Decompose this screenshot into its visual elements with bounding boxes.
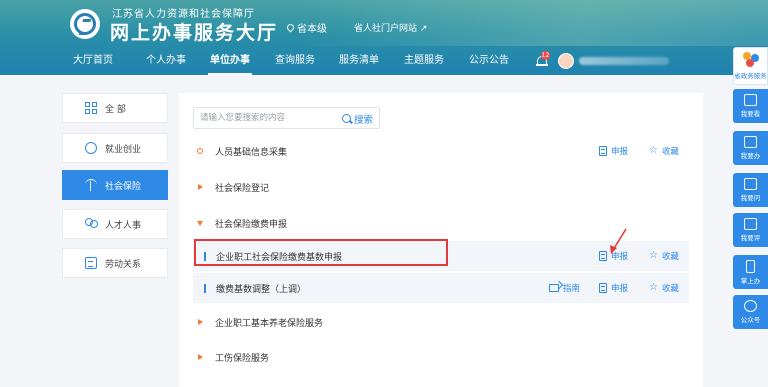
nav-item-company[interactable]: 单位办事 (208, 48, 252, 75)
monitor-icon (744, 136, 757, 148)
guide-icon (549, 284, 559, 292)
service-label: 工伤保险服务 (215, 353, 270, 364)
favorite-button[interactable]: ☆ 收藏 (649, 273, 679, 303)
gov-service-button[interactable]: 省政务服务 (733, 47, 768, 85)
star-icon: ☆ (649, 282, 658, 293)
star-icon: ☆ (649, 250, 658, 261)
favorite-label: 收藏 (661, 284, 679, 294)
service-group[interactable]: 社会保险缴费申报 (193, 208, 689, 238)
book-icon (744, 94, 757, 106)
badge-icon (85, 142, 97, 154)
category-label: 社会保险 (105, 181, 142, 192)
edit-icon (744, 218, 757, 230)
declare-label: 申报 (611, 147, 629, 157)
nav-item-home[interactable]: 大厅首页 (73, 48, 113, 75)
site-logo-icon[interactable] (70, 9, 100, 39)
category-labor-relations[interactable]: 劳动关系 (62, 248, 168, 278)
category-talent[interactable]: 人才人事 (62, 209, 168, 239)
toolbar-label: 我要办 (740, 152, 761, 160)
nav-item-announcements[interactable]: 公示公告 (469, 48, 509, 75)
read-button[interactable]: 我要看 (733, 89, 768, 123)
service-label: 社会保险缴费申报 (215, 219, 288, 230)
wechat-button[interactable]: 公众号 (733, 295, 768, 329)
category-panel: 全 部 就业创业 社会保险 人才人事 劳动关系 (62, 93, 168, 280)
gov-logo-icon (742, 52, 760, 68)
nav-item-themes[interactable]: 主题服务 (404, 48, 444, 75)
caret-right-icon (197, 184, 203, 190)
grid-icon (85, 102, 97, 114)
bullet-icon (197, 148, 203, 154)
toolbar-label: 省政务服务 (734, 72, 767, 80)
highlight-box (194, 239, 448, 266)
category-all[interactable]: 全 部 (62, 93, 168, 123)
service-label: 缴费基数调整（上调） (216, 284, 307, 295)
category-label: 全 部 (105, 104, 126, 115)
favorite-button[interactable]: ☆ 收藏 (649, 136, 679, 166)
handle-button[interactable]: 我要办 (733, 131, 768, 165)
category-label: 劳动关系 (105, 259, 142, 270)
declare-button[interactable]: 申报 (599, 241, 628, 271)
location-pin-icon (285, 22, 296, 33)
search-box: 搜索 (193, 107, 380, 129)
category-label: 人才人事 (105, 220, 142, 231)
ask-button[interactable]: 我要问 (733, 173, 768, 207)
service-group[interactable]: 工伤保险服务 (193, 342, 689, 372)
username-redacted[interactable] (579, 57, 669, 65)
favorite-label: 收藏 (661, 147, 679, 157)
guide-button[interactable]: 指南 (549, 273, 580, 303)
location-selector[interactable]: 省本级 (285, 20, 327, 35)
declare-label: 申报 (611, 284, 629, 294)
sub-item-marker (204, 283, 206, 293)
service-label: 企业职工基本养老保险服务 (215, 318, 324, 329)
favorite-button[interactable]: ☆ 收藏 (649, 241, 679, 271)
favorite-label: 收藏 (661, 252, 679, 262)
caret-right-icon (197, 319, 203, 325)
file-icon (599, 146, 607, 156)
service-label: 人员基础信息采集 (215, 147, 288, 158)
category-social-insurance[interactable]: 社会保险 (62, 170, 168, 200)
location-label: 省本级 (297, 24, 327, 35)
nav-item-query[interactable]: 查询服务 (275, 48, 315, 75)
declare-button[interactable]: 申报 (599, 136, 628, 166)
toolbar-label: 我要看 (740, 110, 761, 118)
nav-item-service-list[interactable]: 服务清单 (339, 48, 379, 75)
file-icon (599, 251, 607, 261)
search-input[interactable] (200, 110, 330, 126)
wechat-icon (744, 300, 757, 312)
rate-button[interactable]: 我要评 (733, 213, 768, 247)
declare-button[interactable]: 申报 (599, 273, 628, 303)
caret-right-icon (197, 354, 203, 360)
service-group[interactable]: 社会保险登记 (193, 172, 689, 202)
search-button-label: 搜索 (353, 114, 373, 126)
service-item[interactable]: 人员基础信息采集 申报 ☆ 收藏 (193, 136, 689, 166)
service-label: 社会保险登记 (215, 183, 270, 194)
search-icon (341, 114, 351, 123)
umbrella-icon (85, 179, 97, 191)
site-title: 网上办事服务大厅 (110, 22, 279, 44)
people-icon (85, 218, 98, 230)
service-group[interactable]: 企业职工基本养老保险服务 (193, 307, 689, 337)
star-icon: ☆ (649, 145, 658, 156)
toolbar-label: 公众号 (740, 316, 761, 324)
question-icon (744, 178, 757, 190)
service-sub-item[interactable]: 缴费基数调整（上调） 指南 申报 ☆ 收藏 (193, 273, 689, 303)
category-employment[interactable]: 就业创业 (62, 133, 168, 163)
file-icon (599, 283, 607, 293)
category-label: 就业创业 (105, 144, 142, 155)
toolbar-label: 我要评 (740, 234, 761, 242)
notification-badge: 12 (541, 51, 550, 60)
toolbar-label: 我要问 (740, 194, 761, 202)
portal-link[interactable]: 省人社门户网站 ↗ (354, 21, 427, 34)
nav-item-personal[interactable]: 个人办事 (146, 48, 186, 75)
mobile-button[interactable]: 掌上办 (733, 255, 768, 289)
search-button[interactable]: 搜索 (341, 111, 373, 126)
declare-label: 申报 (611, 252, 629, 262)
document-icon (85, 257, 97, 269)
avatar[interactable] (558, 53, 574, 69)
toolbar-label: 掌上办 (740, 276, 761, 285)
caret-down-icon (197, 220, 203, 226)
phone-icon (746, 259, 755, 273)
right-toolbar: 省政务服务 我要看 我要办 我要问 我要评 掌上办 公众号 (733, 47, 768, 337)
guide-label: 指南 (563, 284, 581, 294)
